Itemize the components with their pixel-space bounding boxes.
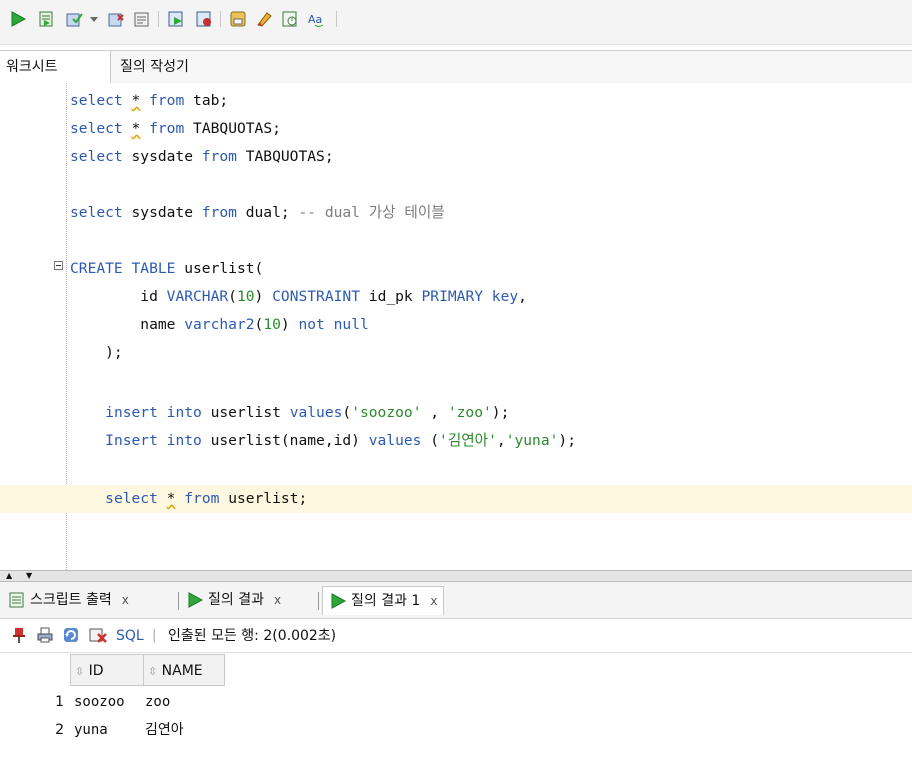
expand-up-icon[interactable]: ▲ xyxy=(6,572,12,580)
commit-dropdown-button[interactable] xyxy=(88,8,100,30)
table-cell-id[interactable]: soozoo xyxy=(74,688,125,716)
rollback-button[interactable] xyxy=(106,8,126,30)
tab-script-output[interactable]: 스크립트 출력 x xyxy=(8,586,129,614)
code-line[interactable]: select * from TABQUOTAS; xyxy=(0,115,912,143)
commit-button[interactable] xyxy=(64,8,84,30)
sql-tuning-icon xyxy=(196,11,211,27)
table-cell-name[interactable]: 김연아 xyxy=(145,716,184,744)
toolbar-separator xyxy=(336,11,337,27)
close-icon[interactable]: x xyxy=(274,586,281,614)
pin-icon xyxy=(13,628,25,643)
cancel-query-icon xyxy=(89,628,107,643)
explain-plan-icon xyxy=(134,12,149,27)
refresh-button[interactable] xyxy=(62,626,80,648)
unshared-sql-button[interactable] xyxy=(228,8,248,30)
print-button[interactable] xyxy=(36,626,54,648)
run-statement-button[interactable] xyxy=(8,8,28,30)
code-line[interactable]: select sysdate from dual; -- dual 가상 테이블 xyxy=(0,199,912,227)
expand-down-icon[interactable]: ▼ xyxy=(26,572,32,580)
column-label: NAME xyxy=(161,663,203,679)
column-label: ID xyxy=(88,663,104,679)
tab-query-result-1[interactable]: 질의 결과 1 x xyxy=(322,586,445,615)
column-header-name[interactable]: ⇳ NAME xyxy=(143,654,225,686)
editor-tab-bar: 워크시트 질의 작성기 xyxy=(0,50,912,84)
tab-label: 스크립트 출력 xyxy=(30,592,112,608)
unshared-sql-icon xyxy=(230,11,246,27)
tab-divider xyxy=(178,592,179,610)
row-number: 2 xyxy=(55,722,64,738)
tab-divider xyxy=(318,592,319,610)
table-cell-id[interactable]: yuna xyxy=(74,716,108,744)
cancel-query-button[interactable] xyxy=(88,626,108,648)
pin-button[interactable] xyxy=(10,626,28,648)
close-icon[interactable]: x xyxy=(430,587,437,615)
commit-icon xyxy=(66,13,83,27)
current-code-line[interactable]: select * from userlist; xyxy=(0,485,912,513)
clear-icon xyxy=(257,12,272,27)
dropdown-icon xyxy=(90,17,98,22)
format-button[interactable]: Aa xyxy=(306,8,328,30)
sql-editor[interactable]: select * from tab; select * from TABQUOT… xyxy=(0,83,912,570)
code-line[interactable]: Insert into userlist(name,id) values ('김… xyxy=(0,427,912,455)
refresh-icon xyxy=(64,628,78,642)
column-header-id[interactable]: ⇳ ID xyxy=(70,654,144,686)
code-line[interactable]: id VARCHAR(10) CONSTRAINT id_pk PRIMARY … xyxy=(0,283,912,311)
script-output-icon xyxy=(9,592,24,608)
table-cell-name[interactable]: zoo xyxy=(145,688,170,716)
history-icon xyxy=(282,11,297,27)
query-result-icon xyxy=(331,593,347,609)
sort-icon: ⇳ xyxy=(148,665,158,678)
row-number: 1 xyxy=(55,694,64,710)
history-button[interactable] xyxy=(280,8,300,30)
tab-worksheet[interactable]: 워크시트 xyxy=(0,51,111,83)
cancel-button[interactable] xyxy=(132,8,152,30)
pane-splitter[interactable]: ▲ ▼ xyxy=(0,570,912,582)
tab-label: 질의 결과 1 xyxy=(351,593,421,609)
result-tab-bar: 스크립트 출력 x 질의 결과 x 질의 결과 1 x xyxy=(0,582,912,619)
autotrace-button[interactable] xyxy=(166,8,186,30)
toolbar-separator xyxy=(220,11,221,27)
code-line[interactable]: ); xyxy=(0,339,912,367)
run-statement-icon xyxy=(11,11,27,27)
print-icon xyxy=(37,627,53,643)
toolbar-separator: | xyxy=(152,628,157,643)
result-toolbar: SQL | 인출된 모든 행: 2(0.002초) xyxy=(0,620,912,653)
sql-tuning-button[interactable] xyxy=(194,8,214,30)
tab-query-builder[interactable]: 질의 작성기 xyxy=(112,51,197,83)
code-line[interactable]: select * from tab; xyxy=(0,87,912,115)
tab-label: 질의 결과 xyxy=(208,592,264,608)
rollback-icon xyxy=(108,13,124,27)
code-line[interactable]: insert into userlist values('soozoo' , '… xyxy=(0,399,912,427)
sql-link[interactable]: SQL xyxy=(116,620,144,652)
code-line[interactable]: CREATE TABLE userlist( xyxy=(0,255,912,283)
svg-text:Aa: Aa xyxy=(308,13,322,26)
code-line[interactable]: name varchar2(10) not null xyxy=(0,311,912,339)
fetch-status: 인출된 모든 행: 2(0.002초) xyxy=(168,628,337,644)
toolbar-separator xyxy=(158,11,159,27)
clear-button[interactable] xyxy=(254,8,274,30)
sort-icon: ⇳ xyxy=(75,665,85,678)
tab-query-result[interactable]: 질의 결과 x xyxy=(186,586,281,614)
worksheet-toolbar: Aa xyxy=(0,0,912,45)
run-script-icon xyxy=(39,11,53,27)
run-script-button[interactable] xyxy=(36,8,56,30)
autotrace-icon xyxy=(168,11,183,27)
format-icon: Aa xyxy=(308,13,324,27)
code-line[interactable]: select sysdate from TABQUOTAS; xyxy=(0,143,912,171)
query-result-icon xyxy=(188,592,204,608)
close-icon[interactable]: x xyxy=(122,586,129,614)
